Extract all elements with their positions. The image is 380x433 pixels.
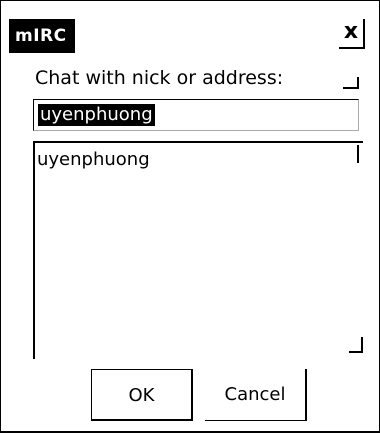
nick-list[interactable]: uyenphuong xyxy=(33,141,363,359)
close-icon: x xyxy=(343,19,359,44)
cancel-button[interactable]: Cancel xyxy=(205,369,307,421)
window-title: mIRC xyxy=(9,19,75,53)
nick-input[interactable]: uyenphuong xyxy=(33,99,359,131)
nick-input-value: uyenphuong xyxy=(38,104,155,126)
list-item[interactable]: uyenphuong xyxy=(37,149,150,170)
list-bottom-corner-mark xyxy=(349,337,363,353)
prompt-label: Chat with nick or address: xyxy=(35,67,284,89)
chat-dialog: mIRC x Chat with nick or address: uyenph… xyxy=(0,0,380,433)
ok-button[interactable]: OK xyxy=(91,369,193,421)
title-bar[interactable]: mIRC x xyxy=(1,1,379,61)
list-top-corner-mark xyxy=(347,145,359,163)
close-button[interactable]: x xyxy=(339,19,365,49)
resize-corner-mark xyxy=(343,77,359,89)
